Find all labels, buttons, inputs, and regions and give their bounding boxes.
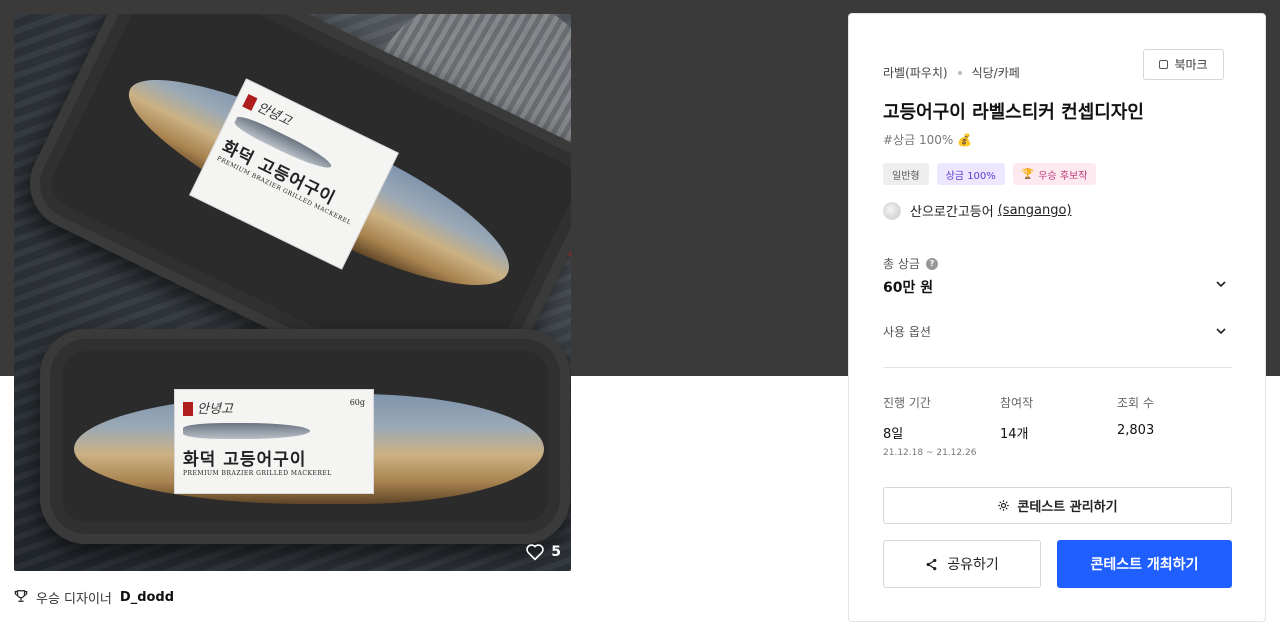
- chevron-down-icon[interactable]: [1215, 278, 1227, 290]
- help-icon[interactable]: ?: [925, 257, 938, 270]
- breadcrumb-category[interactable]: 라벨(파우치): [883, 64, 948, 81]
- designer-name[interactable]: D_dodd: [120, 590, 174, 605]
- stat-dates: 21.12.18 ~ 21.12.26: [883, 448, 977, 458]
- like-count: 5: [551, 544, 561, 560]
- brand-mark: [242, 93, 258, 111]
- divider: [883, 367, 1232, 368]
- winner-designer: 우승 디자이너 D_dodd: [14, 588, 174, 607]
- badge-list: 일반형 상금 100% 🏆 우승 후보작: [883, 163, 1097, 185]
- total-prize-value: 60만 원: [883, 280, 934, 296]
- winner-candidate-label: 우승 후보작: [1038, 170, 1088, 182]
- stat-value: 14개: [1000, 427, 1029, 442]
- contest-hashtag: #상금 100% 💰: [883, 133, 973, 147]
- fish-illustration: [183, 423, 311, 439]
- share-button[interactable]: 공유하기: [883, 540, 1041, 588]
- total-prize-text: 총 상금: [883, 257, 920, 271]
- bookmark-label: 북마크: [1174, 58, 1208, 72]
- share-label: 공유하기: [947, 557, 999, 573]
- host-name: 산으로간고등어: [910, 205, 994, 220]
- manage-contest-label: 콘테스트 관리하기: [1017, 500, 1118, 515]
- stat-value: 8일: [883, 427, 904, 442]
- contest-stats: 진행 기간 8일 21.12.18 ~ 21.12.26 참여작 14개 조회 …: [883, 394, 1234, 458]
- stat-label: 참여작: [1000, 396, 1034, 410]
- bookmark-button[interactable]: 북마크: [1143, 49, 1224, 80]
- prize-badge: 상금 100%: [936, 163, 1005, 185]
- stat-label: 진행 기간: [883, 396, 931, 410]
- stat-entries: 참여작 14개: [1000, 394, 1117, 458]
- product-image[interactable]: 안녕고 화덕 고등어구이 PREMIUM BRAZIER GRILLED MAC…: [14, 14, 571, 571]
- avatar: [883, 201, 901, 220]
- host-contest-button[interactable]: 콘테스트 개최하기: [1057, 540, 1232, 588]
- breadcrumb-industry[interactable]: 식당/카페: [972, 64, 1020, 81]
- host-info[interactable]: 산으로간고등어 (sangango): [883, 201, 1072, 220]
- label-subtitle: PREMIUM BRAZIER GRILLED MACKEREL: [183, 470, 332, 477]
- stat-views: 조회 수 2,803: [1117, 394, 1234, 458]
- contest-info-panel: 라벨(파우치) 식당/카페 북마크 고등어구이 라벨스티커 컨셉디자인 #상금 …: [848, 13, 1266, 622]
- bookmark-icon: [1159, 60, 1169, 69]
- heart-icon: [525, 543, 545, 561]
- trophy-icon: 🏆: [1021, 168, 1035, 180]
- stat-duration: 진행 기간 8일 21.12.18 ~ 21.12.26: [883, 394, 1000, 458]
- package-label-bottom: 안녕고 60g 화덕 고등어구이 PREMIUM BRAZIER GRILLED…: [174, 389, 374, 494]
- label-title: 화덕 고등어구이: [183, 450, 307, 470]
- stat-value: 2,803: [1117, 423, 1155, 438]
- host-contest-label: 콘테스트 개최하기: [1090, 557, 1199, 573]
- total-prize-label: 총 상금 ?: [883, 255, 938, 272]
- breadcrumb: 라벨(파우치) 식당/카페: [883, 64, 1020, 81]
- brand-mark: [183, 401, 193, 416]
- gear-icon: [998, 500, 1010, 511]
- winner-candidate-badge: 🏆 우승 후보작: [1012, 163, 1097, 185]
- label-weight: 60g: [349, 398, 365, 407]
- label-brand: 안녕고: [197, 402, 233, 417]
- contest-title: 고등어구이 라벨스티커 컨셉디자인: [883, 102, 1144, 123]
- stat-label: 조회 수: [1117, 396, 1154, 410]
- host-id[interactable]: (sangango): [998, 203, 1072, 218]
- breadcrumb-separator: [957, 70, 962, 75]
- manage-contest-button[interactable]: 콘테스트 관리하기: [883, 487, 1232, 524]
- trophy-icon: [14, 589, 28, 607]
- share-icon: [926, 558, 937, 570]
- type-badge: 일반형: [883, 163, 929, 185]
- like-button[interactable]: 5: [525, 543, 561, 561]
- options-label: 사용 옵션: [883, 325, 931, 339]
- chevron-down-icon[interactable]: [1215, 325, 1227, 337]
- designer-prefix: 우승 디자이너: [36, 592, 112, 607]
